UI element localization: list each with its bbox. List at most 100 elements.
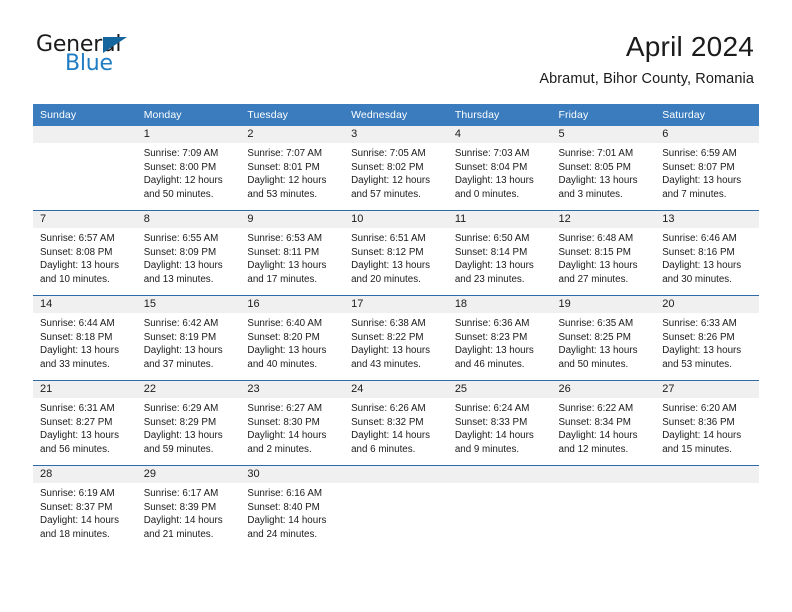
- day-cell[interactable]: 26 Sunrise: 6:22 AM Sunset: 8:34 PM Dayl…: [551, 380, 656, 466]
- daylight-text-line1: Daylight: 13 hours: [454, 345, 534, 357]
- day-cell[interactable]: [447, 465, 552, 550]
- day-cell[interactable]: 29 Sunrise: 6:17 AM Sunset: 8:39 PM Dayl…: [136, 465, 241, 550]
- day-cell[interactable]: 28 Sunrise: 6:19 AM Sunset: 8:37 PM Dayl…: [33, 465, 137, 550]
- weekday-header-sunday: Sunday: [33, 104, 137, 126]
- sunset-text: Sunset: 8:00 PM: [143, 161, 217, 173]
- sunrise-text: Sunrise: 6:55 AM: [143, 233, 219, 244]
- day-details: [33, 143, 137, 147]
- day-number: 9: [240, 211, 345, 228]
- day-cell[interactable]: [655, 465, 759, 550]
- day-cell[interactable]: 20 Sunrise: 6:33 AM Sunset: 8:26 PM Dayl…: [655, 295, 759, 381]
- weekday-header-thursday: Thursday: [447, 104, 552, 126]
- day-cell[interactable]: 15 Sunrise: 6:42 AM Sunset: 8:19 PM Dayl…: [136, 295, 241, 381]
- day-cell[interactable]: 18 Sunrise: 6:36 AM Sunset: 8:23 PM Dayl…: [447, 295, 552, 381]
- daylight-text-line1: Daylight: 13 hours: [40, 430, 119, 442]
- day-cell[interactable]: 22 Sunrise: 6:29 AM Sunset: 8:29 PM Dayl…: [136, 380, 241, 466]
- day-cell[interactable]: 9 Sunrise: 6:53 AM Sunset: 8:11 PM Dayli…: [240, 210, 345, 296]
- sunrise-text: Sunrise: 6:26 AM: [351, 403, 426, 414]
- sunset-text: Sunset: 8:16 PM: [662, 246, 735, 258]
- day-number: 17: [344, 296, 448, 313]
- sunrise-text: Sunrise: 6:51 AM: [351, 233, 426, 244]
- sunset-text: Sunset: 8:15 PM: [558, 246, 631, 258]
- sunset-text: Sunset: 8:33 PM: [454, 416, 528, 428]
- daylight-text-line2: and 50 minutes.: [558, 358, 629, 370]
- day-cell[interactable]: [551, 465, 656, 550]
- day-number: 11: [447, 211, 552, 228]
- day-cell[interactable]: 13 Sunrise: 6:46 AM Sunset: 8:16 PM Dayl…: [655, 210, 759, 296]
- day-details: [344, 483, 448, 487]
- daylight-text-line2: and 24 minutes.: [247, 528, 318, 540]
- calendar-week-row: 14 Sunrise: 6:44 AM Sunset: 8:18 PM Dayl…: [33, 295, 759, 381]
- day-number: 14: [33, 296, 137, 313]
- sunset-text: Sunset: 8:26 PM: [662, 331, 735, 343]
- daylight-text-line2: and 10 minutes.: [40, 273, 110, 285]
- day-details: Sunrise: 6:17 AM Sunset: 8:39 PM Dayligh…: [137, 483, 241, 541]
- sunrise-text: Sunrise: 6:17 AM: [143, 488, 219, 499]
- sunrise-text: Sunrise: 6:42 AM: [143, 318, 219, 329]
- daylight-text-line1: Daylight: 14 hours: [454, 430, 534, 442]
- daylight-text-line1: Daylight: 13 hours: [143, 430, 223, 442]
- daylight-text-line2: and 7 minutes.: [662, 188, 727, 200]
- daylight-text-line2: and 27 minutes.: [558, 273, 629, 285]
- day-details: Sunrise: 6:36 AM Sunset: 8:23 PM Dayligh…: [448, 313, 552, 371]
- day-cell[interactable]: 8 Sunrise: 6:55 AM Sunset: 8:09 PM Dayli…: [136, 210, 241, 296]
- day-cell[interactable]: 30 Sunrise: 6:16 AM Sunset: 8:40 PM Dayl…: [240, 465, 345, 550]
- day-details: Sunrise: 6:55 AM Sunset: 8:09 PM Dayligh…: [137, 228, 241, 286]
- day-details: Sunrise: 6:38 AM Sunset: 8:22 PM Dayligh…: [344, 313, 448, 371]
- day-details: Sunrise: 6:44 AM Sunset: 8:18 PM Dayligh…: [33, 313, 137, 371]
- day-cell[interactable]: 27 Sunrise: 6:20 AM Sunset: 8:36 PM Dayl…: [655, 380, 759, 466]
- daylight-text-line1: Daylight: 13 hours: [143, 345, 223, 357]
- weekday-header-friday: Friday: [551, 104, 656, 126]
- day-cell[interactable]: [344, 465, 448, 550]
- day-cell[interactable]: 11 Sunrise: 6:50 AM Sunset: 8:14 PM Dayl…: [447, 210, 552, 296]
- day-cell[interactable]: 4 Sunrise: 7:03 AM Sunset: 8:04 PM Dayli…: [447, 126, 552, 211]
- daylight-text-line2: and 57 minutes.: [351, 188, 421, 200]
- sunset-text: Sunset: 8:22 PM: [351, 331, 424, 343]
- daylight-text-line2: and 0 minutes.: [454, 188, 520, 200]
- day-cell[interactable]: 23 Sunrise: 6:27 AM Sunset: 8:30 PM Dayl…: [240, 380, 345, 466]
- sunrise-text: Sunrise: 6:44 AM: [40, 318, 115, 329]
- day-details: Sunrise: 6:26 AM Sunset: 8:32 PM Dayligh…: [344, 398, 448, 456]
- daylight-text-line2: and 30 minutes.: [662, 273, 732, 285]
- day-cell[interactable]: 5 Sunrise: 7:01 AM Sunset: 8:05 PM Dayli…: [551, 126, 656, 211]
- day-cell[interactable]: 17 Sunrise: 6:38 AM Sunset: 8:22 PM Dayl…: [344, 295, 448, 381]
- daylight-text-line1: Daylight: 14 hours: [662, 430, 742, 442]
- day-details: Sunrise: 6:33 AM Sunset: 8:26 PM Dayligh…: [655, 313, 759, 371]
- day-number: 28: [33, 466, 137, 483]
- daylight-text-line2: and 3 minutes.: [558, 188, 623, 200]
- day-number: 19: [551, 296, 656, 313]
- sunrise-text: Sunrise: 7:07 AM: [247, 148, 323, 159]
- day-cell[interactable]: 12 Sunrise: 6:48 AM Sunset: 8:15 PM Dayl…: [551, 210, 656, 296]
- general-blue-logo[interactable]: General Blue: [36, 34, 156, 80]
- calendar-page: General Blue April 2024 Abramut, Bihor C…: [0, 0, 792, 612]
- day-cell[interactable]: 1 Sunrise: 7:09 AM Sunset: 8:00 PM Dayli…: [136, 126, 241, 211]
- daylight-text-line2: and 17 minutes.: [247, 273, 318, 285]
- day-details: Sunrise: 6:40 AM Sunset: 8:20 PM Dayligh…: [240, 313, 344, 371]
- sunrise-text: Sunrise: 6:24 AM: [454, 403, 530, 414]
- day-details: Sunrise: 6:20 AM Sunset: 8:36 PM Dayligh…: [655, 398, 759, 456]
- day-cell[interactable]: 3 Sunrise: 7:05 AM Sunset: 8:02 PM Dayli…: [344, 126, 448, 211]
- day-details: Sunrise: 6:22 AM Sunset: 8:34 PM Dayligh…: [552, 398, 656, 456]
- day-details: Sunrise: 6:42 AM Sunset: 8:19 PM Dayligh…: [137, 313, 241, 371]
- day-cell[interactable]: [33, 126, 137, 211]
- day-details: Sunrise: 6:31 AM Sunset: 8:27 PM Dayligh…: [33, 398, 137, 456]
- day-cell[interactable]: 21 Sunrise: 6:31 AM Sunset: 8:27 PM Dayl…: [33, 380, 137, 466]
- day-number: [344, 466, 448, 483]
- day-cell[interactable]: 7 Sunrise: 6:57 AM Sunset: 8:08 PM Dayli…: [33, 210, 137, 296]
- day-cell[interactable]: 14 Sunrise: 6:44 AM Sunset: 8:18 PM Dayl…: [33, 295, 137, 381]
- day-cell[interactable]: 2 Sunrise: 7:07 AM Sunset: 8:01 PM Dayli…: [240, 126, 345, 211]
- daylight-text-line1: Daylight: 14 hours: [351, 430, 431, 442]
- day-cell[interactable]: 16 Sunrise: 6:40 AM Sunset: 8:20 PM Dayl…: [240, 295, 345, 381]
- calendar-week-row: 1 Sunrise: 7:09 AM Sunset: 8:00 PM Dayli…: [33, 126, 759, 211]
- day-cell[interactable]: 19 Sunrise: 6:35 AM Sunset: 8:25 PM Dayl…: [551, 295, 656, 381]
- day-details: Sunrise: 6:24 AM Sunset: 8:33 PM Dayligh…: [448, 398, 552, 456]
- page-title: April 2024: [625, 31, 754, 62]
- daylight-text-line2: and 15 minutes.: [662, 443, 732, 455]
- daylight-text-line1: Daylight: 13 hours: [351, 260, 431, 272]
- day-cell[interactable]: 10 Sunrise: 6:51 AM Sunset: 8:12 PM Dayl…: [344, 210, 448, 296]
- day-cell[interactable]: 6 Sunrise: 6:59 AM Sunset: 8:07 PM Dayli…: [655, 126, 759, 211]
- day-cell[interactable]: 25 Sunrise: 6:24 AM Sunset: 8:33 PM Dayl…: [447, 380, 552, 466]
- sunset-text: Sunset: 8:27 PM: [40, 416, 113, 428]
- daylight-text-line2: and 59 minutes.: [143, 443, 214, 455]
- day-cell[interactable]: 24 Sunrise: 6:26 AM Sunset: 8:32 PM Dayl…: [344, 380, 448, 466]
